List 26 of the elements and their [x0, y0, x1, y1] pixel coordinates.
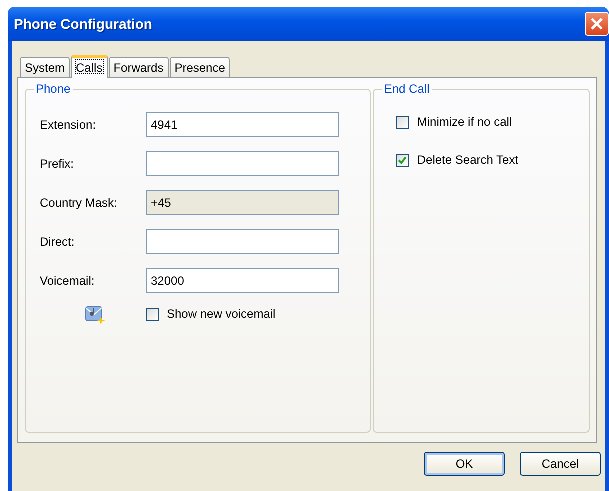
checkbox[interactable]: [396, 154, 410, 166]
input-field[interactable]: 32000: [146, 268, 339, 293]
cancel-button[interactable]: Cancel: [520, 452, 601, 476]
tab[interactable]: Presence: [170, 57, 230, 77]
group-title: Phone: [34, 82, 73, 96]
tab[interactable]: System: [20, 57, 70, 77]
field-label: Direct:: [40, 234, 76, 248]
field-label: Prefix:: [40, 156, 76, 170]
tab[interactable]: Calls: [71, 55, 108, 78]
close-button[interactable]: [585, 12, 609, 36]
input-field[interactable]: 4941: [146, 112, 339, 137]
field-label: Extension:: [40, 118, 98, 132]
ok-button[interactable]: OK: [424, 452, 505, 476]
checkbox-option[interactable]: Show new voicemail: [146, 307, 276, 321]
checkbox-option[interactable]: Minimize if no call: [396, 115, 589, 129]
checkbox[interactable]: [396, 116, 410, 128]
tab[interactable]: Forwards: [108, 57, 169, 77]
field-label: Voicemail:: [40, 274, 96, 288]
close-icon: [590, 17, 604, 31]
input-field[interactable]: [146, 151, 339, 176]
field-label: Country Mask:: [40, 196, 118, 210]
checkbox-option[interactable]: Delete Search Text: [396, 153, 589, 167]
input-field[interactable]: [146, 229, 339, 254]
group-title: End Call: [382, 82, 432, 96]
checkbox[interactable]: [146, 308, 159, 320]
window-title: Phone Configuration: [14, 16, 152, 32]
